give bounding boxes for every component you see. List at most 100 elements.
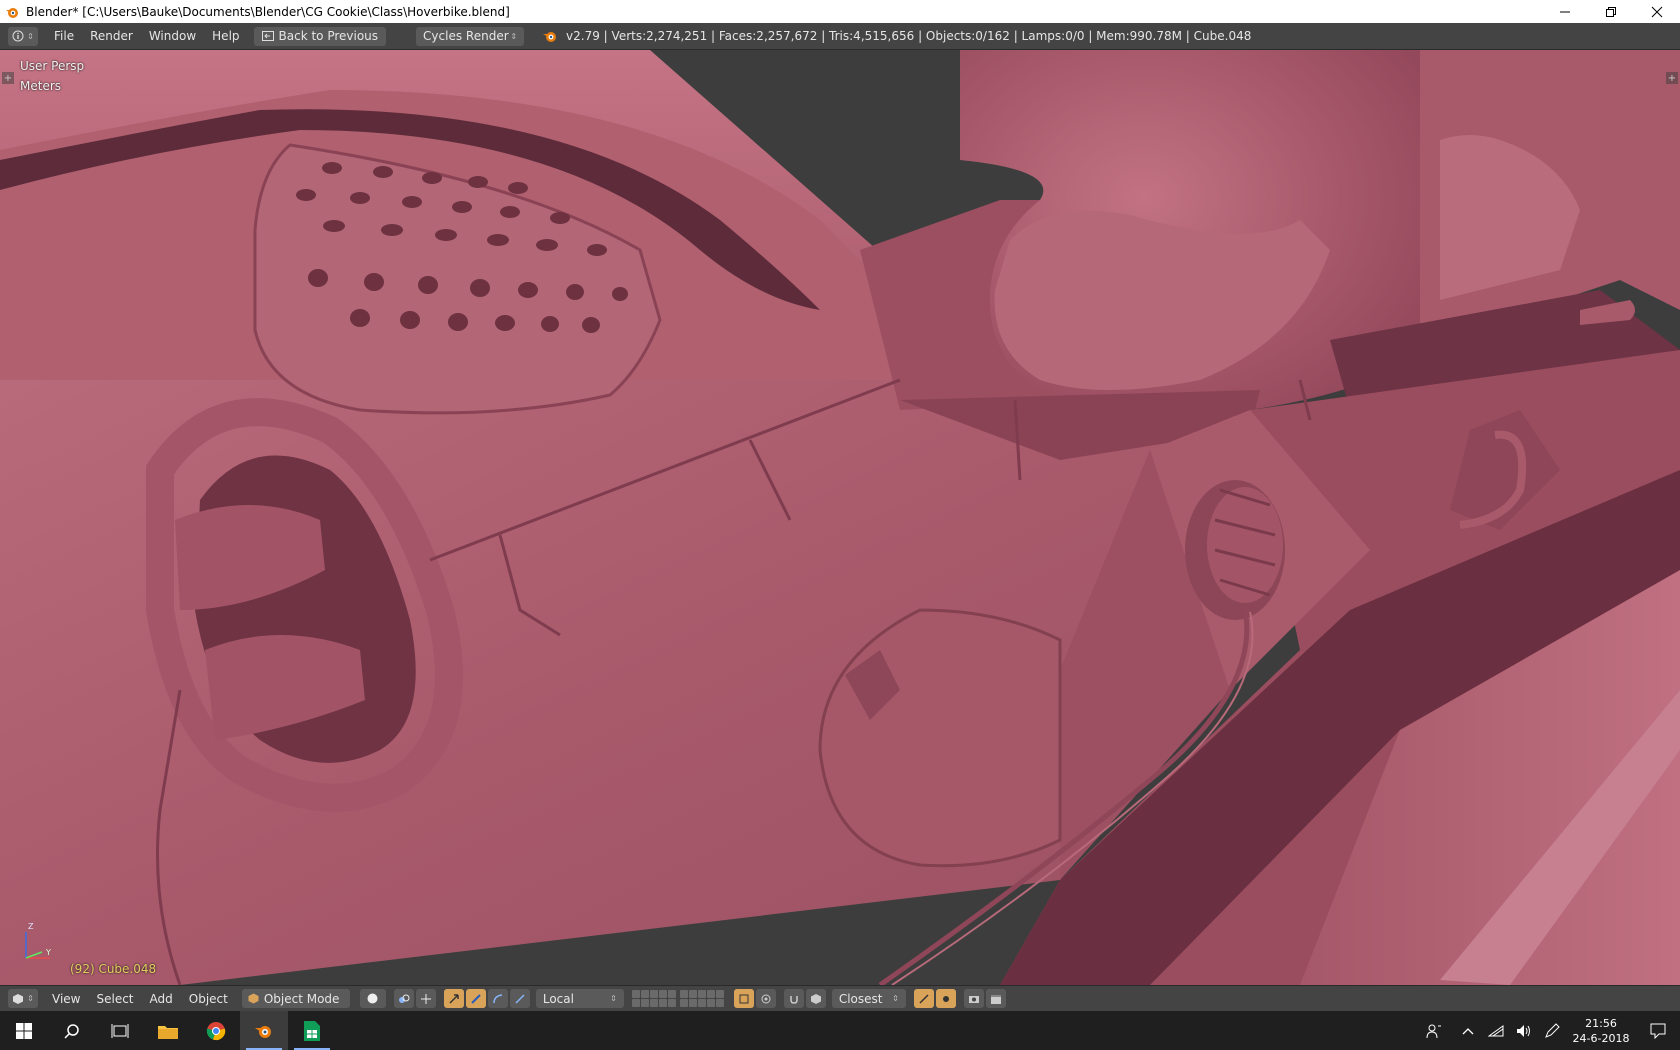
transform-orientation-select[interactable]: Local ⇕ (535, 989, 624, 1008)
menu-file[interactable]: File (46, 26, 82, 46)
taskbar-file-explorer[interactable] (144, 1011, 192, 1050)
pen-icon (1545, 1022, 1560, 1038)
close-icon (1651, 6, 1663, 17)
task-view-button[interactable] (96, 1011, 144, 1050)
layers-icon (739, 994, 749, 1003)
clock-time: 21:56 (1585, 1016, 1617, 1030)
blender-icon (4, 4, 20, 20)
snap-align-rotation-button[interactable] (913, 989, 934, 1008)
menu-window[interactable]: Window (141, 26, 204, 46)
start-button[interactable] (0, 1011, 48, 1050)
axis-gizmo: Z Y (22, 922, 62, 962)
interaction-mode-select[interactable]: Object Mode (241, 989, 350, 1008)
clapperboard-icon (990, 994, 1001, 1004)
object-mode-icon (248, 993, 259, 1004)
camera-icon (968, 995, 979, 1003)
render-engine-select[interactable]: Cycles Render ⇕ (416, 26, 525, 46)
render-engine-value: Cycles Render (423, 29, 509, 43)
snap-target-select[interactable]: Closest ⇕ (831, 989, 906, 1008)
wifi-icon (1488, 1024, 1504, 1036)
taskbar-chrome[interactable] (192, 1011, 240, 1050)
unit-system-label: Meters (20, 79, 62, 93)
minimize-button[interactable] (1542, 0, 1588, 23)
menu-render[interactable]: Render (82, 26, 141, 46)
snap-element-icon (810, 993, 821, 1004)
snap-toggle-button[interactable] (783, 989, 804, 1008)
menu-select[interactable]: Select (88, 992, 141, 1006)
region-toggle-left[interactable]: + (2, 72, 14, 84)
snap-project-button[interactable] (935, 989, 956, 1008)
action-center-button[interactable] (1636, 1011, 1680, 1050)
manipulator-toggle[interactable] (415, 989, 436, 1008)
proportional-edit-button[interactable] (755, 989, 776, 1008)
blender-logo-icon (543, 32, 557, 42)
hoverbike-mesh-render (0, 50, 1680, 985)
proportional-icon (761, 994, 771, 1003)
speaker-icon (1517, 1024, 1530, 1037)
axis-y-label: Y (46, 948, 51, 957)
opengl-animation-button[interactable] (985, 989, 1006, 1008)
axis-z-label: Z (28, 922, 34, 931)
pen-button[interactable] (1538, 1011, 1566, 1050)
opengl-render-button[interactable] (963, 989, 984, 1008)
show-hidden-icons-button[interactable] (1454, 1011, 1482, 1050)
task-view-icon (111, 1023, 129, 1038)
align-rotation-icon (919, 993, 929, 1004)
volume-button[interactable] (1510, 1011, 1538, 1050)
translate-icon (449, 993, 459, 1004)
restore-button[interactable] (1588, 0, 1634, 23)
interaction-mode-value: Object Mode (263, 991, 340, 1006)
menu-help[interactable]: Help (204, 26, 247, 46)
windows-start-icon (16, 1022, 32, 1039)
clock-date: 24-6-2018 (1572, 1031, 1630, 1045)
snap-target-value: Closest (838, 991, 883, 1006)
layer-buttons[interactable] (631, 990, 676, 1007)
people-button[interactable] (1420, 1011, 1448, 1050)
file-explorer-icon (158, 1025, 178, 1039)
info-icon (12, 30, 24, 42)
editor-type-button[interactable]: ⇕ (8, 26, 38, 46)
dropdown-arrows-icon: ⇕ (892, 994, 899, 1003)
project-icon (942, 995, 949, 1002)
spreadsheet-icon (304, 1020, 320, 1041)
layer-buttons-2[interactable] (679, 990, 724, 1007)
taskbar-blender[interactable] (240, 1011, 288, 1050)
search-icon (64, 1023, 79, 1039)
3d-view-header: ⇕ View Select Add Object Object Mode Loc… (0, 985, 1680, 1011)
scale-manipulator-button[interactable] (487, 989, 508, 1008)
windows-taskbar: 21:56 24-6-2018 (0, 1011, 1680, 1050)
region-toggle-right[interactable]: + (1666, 72, 1678, 84)
back-icon (261, 31, 274, 41)
view-perspective-label: User Persp (20, 59, 85, 73)
notification-icon (1650, 1023, 1666, 1039)
pivot-point-button[interactable] (393, 989, 414, 1008)
search-button[interactable] (48, 1011, 96, 1050)
scene-statistics: v2.79 | Verts:2,274,251 | Faces:2,257,67… (566, 29, 1252, 43)
menu-object[interactable]: Object (181, 992, 236, 1006)
menu-add[interactable]: Add (142, 992, 181, 1006)
back-to-previous-label: Back to Previous (278, 29, 379, 43)
3d-viewport[interactable]: + + User Persp Meters Z Y (92) Cube.048 (0, 50, 1680, 985)
transform-orientation-value: Local (542, 991, 574, 1006)
view-editor-type-button[interactable]: ⇕ (8, 989, 38, 1008)
network-button[interactable] (1482, 1011, 1510, 1050)
back-to-previous-button[interactable]: Back to Previous (253, 26, 387, 46)
dropdown-arrows-icon: ⇕ (510, 31, 518, 41)
lock-layers-button[interactable] (733, 989, 754, 1008)
taskbar-clock[interactable]: 21:56 24-6-2018 (1566, 1016, 1636, 1046)
menu-view[interactable]: View (44, 992, 88, 1006)
snap-element-button[interactable] (805, 989, 826, 1008)
window-title: Blender* [C:\Users\Bauke\Documents\Blend… (26, 4, 510, 19)
magnet-icon (790, 995, 798, 1004)
transform-orientation-icon-button[interactable] (509, 989, 530, 1008)
chevron-up-icon (1462, 1027, 1474, 1034)
translate-manipulator-button[interactable] (443, 989, 464, 1008)
chrome-icon (206, 1021, 226, 1040)
viewport-shading-button[interactable] (359, 989, 386, 1008)
manipulator-icon (420, 993, 431, 1004)
rotate-icon (471, 993, 481, 1004)
rotate-manipulator-button[interactable] (465, 989, 486, 1008)
taskbar-spreadsheet[interactable] (288, 1011, 336, 1050)
3d-view-icon (13, 993, 24, 1004)
close-button[interactable] (1634, 0, 1680, 23)
